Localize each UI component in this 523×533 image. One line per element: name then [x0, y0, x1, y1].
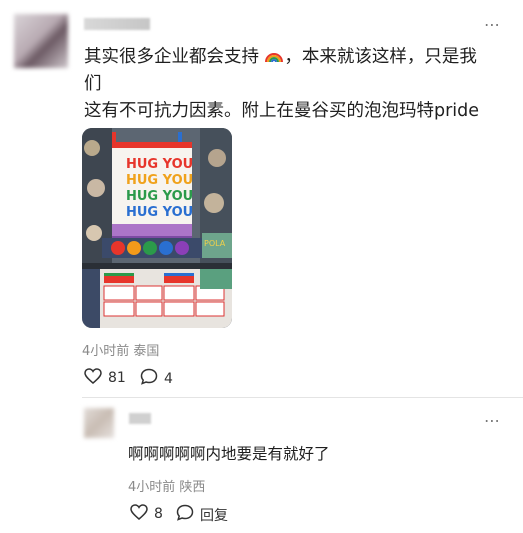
like-button[interactable]: 81: [84, 368, 126, 388]
like-count: 81: [108, 370, 126, 386]
replier-name-blurred[interactable]: [129, 413, 151, 424]
reply-location: 陕西: [179, 480, 206, 495]
commenter-avatar[interactable]: [14, 14, 68, 68]
comment-text-line1: 其实很多企业都会支持: [84, 47, 259, 67]
replier-avatar[interactable]: [84, 408, 114, 438]
rainbow-emoji-icon: [259, 47, 284, 67]
heart-icon: [84, 368, 102, 388]
divider: [82, 397, 523, 398]
reply-more-options-icon[interactable]: ⋯: [484, 413, 501, 429]
attached-photo[interactable]: POLA HUG YOU HUG YOU HUG YOU HUG YOU: [82, 128, 232, 328]
bag-print-row: HUG YOU: [126, 157, 193, 172]
reply-time: 4小时前: [128, 480, 176, 495]
comment-location: 泰国: [133, 344, 160, 359]
comment-time: 4小时前: [82, 344, 130, 359]
svg-text:POLA: POLA: [204, 239, 226, 248]
reply-label: 回复: [200, 507, 228, 524]
comment-text-line2: 这有不可抗力因素。附上在曼谷买的泡泡玛特pride: [84, 101, 480, 121]
more-options-icon[interactable]: ⋯: [484, 17, 501, 33]
comment-bubble-icon: [176, 504, 194, 525]
reply-meta: 4小时前 陕西: [128, 476, 205, 495]
reply-count-button[interactable]: 4: [140, 368, 173, 389]
heart-icon: [130, 504, 148, 524]
reply-button[interactable]: 回复: [176, 504, 228, 525]
comment-meta: 4小时前 泰国: [82, 340, 159, 359]
reply-text: 啊啊啊啊啊内地要是有就好了: [128, 445, 330, 463]
bag-print-row: HUG YOU: [126, 205, 193, 220]
bag-print-row: HUG YOU: [126, 189, 193, 204]
bag-print-row: HUG YOU: [126, 173, 193, 188]
reply-like-button[interactable]: 8: [130, 504, 163, 524]
comment-bubble-icon: [140, 368, 158, 389]
reply-like-count: 8: [154, 506, 163, 522]
commenter-name-blurred[interactable]: [84, 18, 150, 30]
reply-count: 4: [164, 370, 173, 387]
